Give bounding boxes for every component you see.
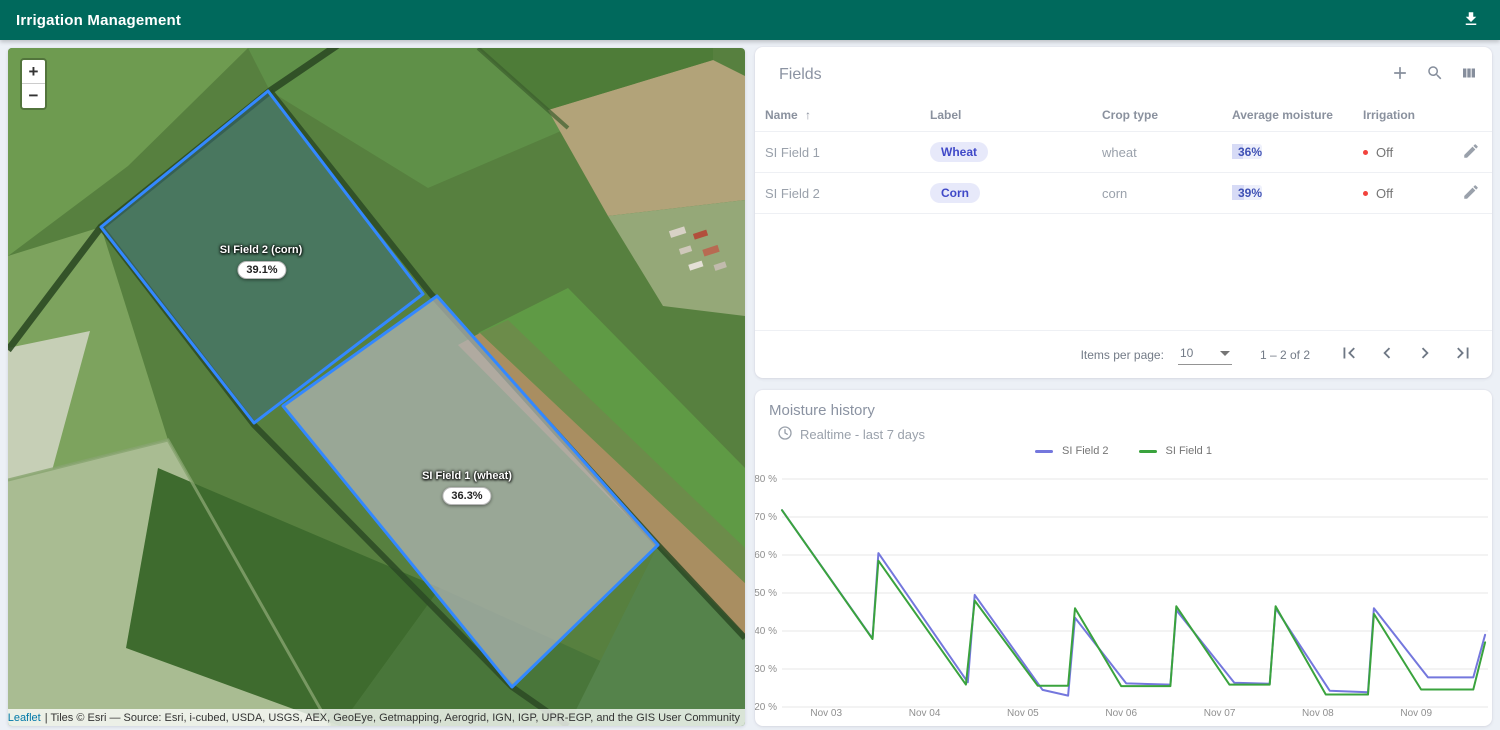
- page-size-value: 10: [1180, 346, 1193, 360]
- svg-text:Nov 06: Nov 06: [1105, 708, 1137, 719]
- chart-legend: SI Field 2 SI Field 1: [755, 445, 1492, 457]
- svg-text:60 %: 60 %: [755, 550, 777, 561]
- search-button[interactable]: [1422, 60, 1448, 89]
- fields-table-header: Name ↑ Label Crop type Average moisture …: [755, 98, 1492, 132]
- label-chip: Corn: [930, 183, 980, 203]
- chart-subtitle: Realtime - last 7 days: [800, 427, 925, 442]
- map-zoom-control: + −: [20, 58, 47, 110]
- table-row[interactable]: SI Field 1 Wheat wheat 36% Off: [755, 132, 1492, 173]
- svg-text:80 %: 80 %: [755, 474, 777, 485]
- paginator-range: 1 – 2 of 2: [1260, 348, 1310, 362]
- zoom-in-button[interactable]: +: [22, 60, 45, 84]
- previous-page-button[interactable]: [1372, 338, 1402, 371]
- chevron-left-icon: [1376, 342, 1398, 367]
- fields-card-header: Fields: [755, 47, 1492, 98]
- columns-icon: [1460, 64, 1478, 85]
- satellite-map[interactable]: [8, 48, 745, 726]
- field-1-label: SI Field 1 (wheat): [422, 470, 512, 482]
- moisture-bar: 36%: [1232, 144, 1262, 159]
- pencil-icon: [1462, 183, 1480, 204]
- app-header: Irrigation Management: [0, 0, 1500, 40]
- field-1-moisture-tooltip: 36.3%: [442, 487, 491, 505]
- field-2-moisture-tooltip: 39.1%: [237, 261, 286, 279]
- column-header-crop-type[interactable]: Crop type: [1102, 108, 1232, 122]
- svg-text:30 %: 30 %: [755, 664, 777, 675]
- first-page-button[interactable]: [1334, 338, 1364, 371]
- moisture-value: 36%: [1232, 145, 1262, 159]
- svg-text:Nov 09: Nov 09: [1400, 708, 1432, 719]
- last-page-button[interactable]: [1448, 338, 1478, 371]
- column-header-average-moisture[interactable]: Average moisture: [1232, 108, 1363, 122]
- items-per-page-label: Items per page:: [1081, 348, 1164, 362]
- series-label: SI Field 1: [1166, 445, 1212, 457]
- leaflet-link[interactable]: Leaflet: [8, 712, 41, 724]
- svg-text:Nov 04: Nov 04: [909, 708, 941, 719]
- column-header-label[interactable]: Label: [930, 108, 1102, 122]
- next-page-button[interactable]: [1410, 338, 1440, 371]
- series-label: SI Field 2: [1062, 445, 1108, 457]
- sort-ascending-icon: ↑: [805, 108, 811, 122]
- crop-type: wheat: [1102, 145, 1232, 160]
- search-icon: [1426, 64, 1444, 85]
- fields-card-title: Fields: [779, 66, 822, 84]
- moisture-value: 39%: [1232, 186, 1262, 200]
- svg-text:70 %: 70 %: [755, 512, 777, 523]
- plus-icon: [1390, 63, 1410, 86]
- field-2-label: SI Field 2 (corn): [220, 244, 303, 256]
- svg-text:Nov 07: Nov 07: [1204, 708, 1236, 719]
- irrigation-status: Off: [1376, 186, 1393, 201]
- crop-type: corn: [1102, 186, 1232, 201]
- column-header-irrigation[interactable]: Irrigation: [1363, 108, 1458, 122]
- svg-text:50 %: 50 %: [755, 588, 777, 599]
- chart-subtitle-row: Realtime - last 7 days: [755, 421, 1492, 444]
- table-row[interactable]: SI Field 2 Corn corn 39% Off: [755, 173, 1492, 214]
- irrigation-status-dot: [1363, 150, 1368, 155]
- map-attribution: Leaflet | Tiles © Esri — Source: Esri, i…: [8, 709, 745, 726]
- download-button[interactable]: [1458, 6, 1484, 35]
- page-title: Irrigation Management: [16, 12, 181, 29]
- map-panel[interactable]: SI Field 2 (corn) 39.1% SI Field 1 (whea…: [8, 48, 745, 726]
- table-empty-space: [755, 214, 1492, 330]
- svg-text:40 %: 40 %: [755, 626, 777, 637]
- svg-text:20 %: 20 %: [755, 702, 777, 713]
- field-name: SI Field 2: [765, 186, 930, 201]
- svg-text:Nov 05: Nov 05: [1007, 708, 1039, 719]
- clock-icon: [777, 425, 793, 444]
- zoom-out-button[interactable]: −: [22, 84, 45, 108]
- irrigation-status-dot: [1363, 191, 1368, 196]
- columns-button[interactable]: [1456, 60, 1482, 89]
- series-swatch: [1035, 450, 1053, 453]
- chart-title: Moisture history: [755, 390, 1492, 421]
- edit-field-button[interactable]: [1458, 138, 1484, 167]
- chevron-right-icon: [1414, 342, 1436, 367]
- moisture-history-card: Moisture history Realtime - last 7 days …: [755, 390, 1492, 726]
- column-header-name[interactable]: Name ↑: [765, 108, 930, 122]
- last-page-icon: [1452, 342, 1474, 367]
- series-swatch: [1139, 450, 1157, 453]
- moisture-line-chart[interactable]: 20 % 30 % 40 % 50 % 60 % 70 % 80 % Nov 03 Nov 04…: [755, 466, 1492, 724]
- moisture-bar: 39%: [1232, 185, 1262, 200]
- add-field-button[interactable]: [1386, 59, 1414, 90]
- paginator: Items per page: 10 1 – 2 of 2: [755, 330, 1492, 378]
- edit-field-button[interactable]: [1458, 179, 1484, 208]
- chevron-down-icon: [1220, 351, 1230, 356]
- svg-text:Nov 08: Nov 08: [1302, 708, 1334, 719]
- tiles-attribution-text: | Tiles © Esri — Source: Esri, i-cubed, …: [45, 712, 740, 724]
- legend-item[interactable]: SI Field 2: [1035, 445, 1108, 457]
- download-icon: [1462, 10, 1480, 31]
- fields-card: Fields Name ↑ Label Crop: [755, 47, 1492, 378]
- label-chip: Wheat: [930, 142, 988, 162]
- svg-text:Nov 03: Nov 03: [810, 708, 842, 719]
- page-size-select[interactable]: 10: [1178, 344, 1232, 365]
- legend-item[interactable]: SI Field 1: [1139, 445, 1212, 457]
- irrigation-status: Off: [1376, 145, 1393, 160]
- pencil-icon: [1462, 142, 1480, 163]
- first-page-icon: [1338, 342, 1360, 367]
- field-name: SI Field 1: [765, 145, 930, 160]
